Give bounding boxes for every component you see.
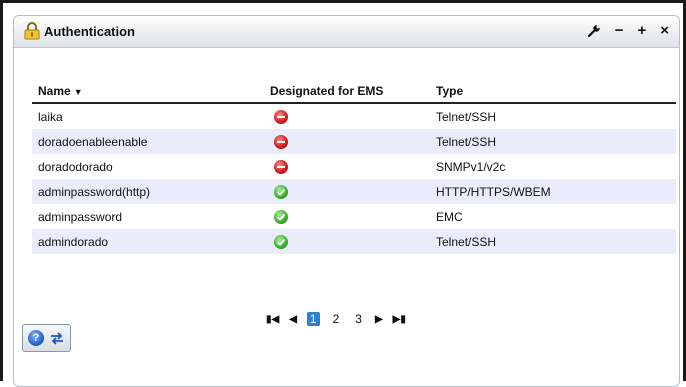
sort-descending-icon: ▼ bbox=[73, 87, 83, 97]
column-header-type[interactable]: Type bbox=[430, 80, 676, 104]
column-header-name[interactable]: Name ▼ bbox=[32, 80, 264, 104]
cell-name: adminpassword bbox=[38, 209, 123, 224]
cell-type: Telnet/SSH bbox=[430, 129, 676, 154]
first-page-icon[interactable]: ▮◀ bbox=[266, 314, 279, 325]
no-entry-icon bbox=[274, 109, 288, 124]
lock-icon bbox=[24, 22, 40, 40]
cell-type: SNMPv1/v2c bbox=[436, 159, 506, 174]
cell-name: laika bbox=[38, 109, 63, 124]
checkmark-icon bbox=[274, 184, 288, 199]
cell-name: doradoenableenable bbox=[32, 129, 264, 154]
authentication-panel: Authentication − + × Name ▼ Designated fo… bbox=[13, 15, 680, 387]
column-header-ems[interactable]: Designated for EMS bbox=[264, 80, 430, 104]
wrench-icon[interactable] bbox=[587, 24, 601, 38]
column-header-name-label: Name bbox=[38, 84, 71, 98]
checkmark-icon bbox=[274, 209, 288, 224]
cell-type: EMC bbox=[436, 209, 463, 224]
page-3-link[interactable]: 3 bbox=[352, 312, 365, 326]
table-row[interactable]: doradoenableenable Telnet/SSH bbox=[32, 129, 676, 154]
cell-type: Telnet/SSH bbox=[436, 109, 497, 124]
table-header-row: Name ▼ Designated for EMS Type bbox=[32, 80, 676, 104]
pagination: ▮◀ ◀ 1 2 3 ▶ ▶▮ bbox=[266, 312, 406, 326]
previous-page-icon[interactable]: ◀ bbox=[289, 314, 297, 325]
close-button[interactable]: × bbox=[660, 22, 669, 40]
table-row[interactable]: laika Telnet/SSH bbox=[32, 103, 676, 129]
cell-type: Telnet/SSH bbox=[430, 229, 676, 254]
cell-name: admindorado bbox=[32, 229, 264, 254]
cell-ems bbox=[264, 129, 430, 154]
no-entry-icon bbox=[274, 134, 288, 149]
table-row[interactable]: adminpassword(http) HTTP/HTTPS/WBEM bbox=[32, 179, 676, 204]
panel-tools: − + × bbox=[587, 22, 669, 40]
window-frame-top bbox=[0, 0, 686, 3]
no-entry-icon bbox=[274, 159, 288, 174]
last-page-icon[interactable]: ▶▮ bbox=[393, 314, 406, 325]
cell-ems bbox=[264, 103, 430, 129]
window-frame-left bbox=[0, 0, 3, 381]
authentication-table: Name ▼ Designated for EMS Type laika Telne… bbox=[32, 80, 676, 254]
action-toolbar: ? bbox=[22, 324, 71, 352]
page-1-link[interactable]: 1 bbox=[306, 312, 320, 326]
table-row[interactable]: doradodorado SNMPv1/v2c bbox=[32, 154, 676, 179]
cell-ems bbox=[264, 204, 430, 229]
table-body: laika Telnet/SSH doradoenableenable Telnet/… bbox=[32, 103, 676, 254]
cell-name: adminpassword(http) bbox=[32, 179, 264, 204]
panel-titlebar: Authentication − + × bbox=[14, 16, 679, 48]
cell-type: HTTP/HTTPS/WBEM bbox=[430, 179, 676, 204]
panel-title: Authentication bbox=[44, 24, 135, 39]
cell-ems bbox=[264, 179, 430, 204]
checkmark-icon bbox=[274, 234, 288, 249]
table-row[interactable]: admindorado Telnet/SSH bbox=[32, 229, 676, 254]
help-icon[interactable]: ? bbox=[28, 330, 44, 346]
minimize-button[interactable]: − bbox=[615, 22, 624, 40]
page-2-link[interactable]: 2 bbox=[330, 312, 343, 326]
cell-ems bbox=[264, 154, 430, 179]
table-row[interactable]: adminpassword EMC bbox=[32, 204, 676, 229]
maximize-button[interactable]: + bbox=[637, 22, 646, 40]
cell-name: doradodorado bbox=[38, 159, 113, 174]
next-page-icon[interactable]: ▶ bbox=[375, 314, 383, 325]
swap-arrows-icon[interactable] bbox=[49, 331, 65, 345]
cell-ems bbox=[264, 229, 430, 254]
